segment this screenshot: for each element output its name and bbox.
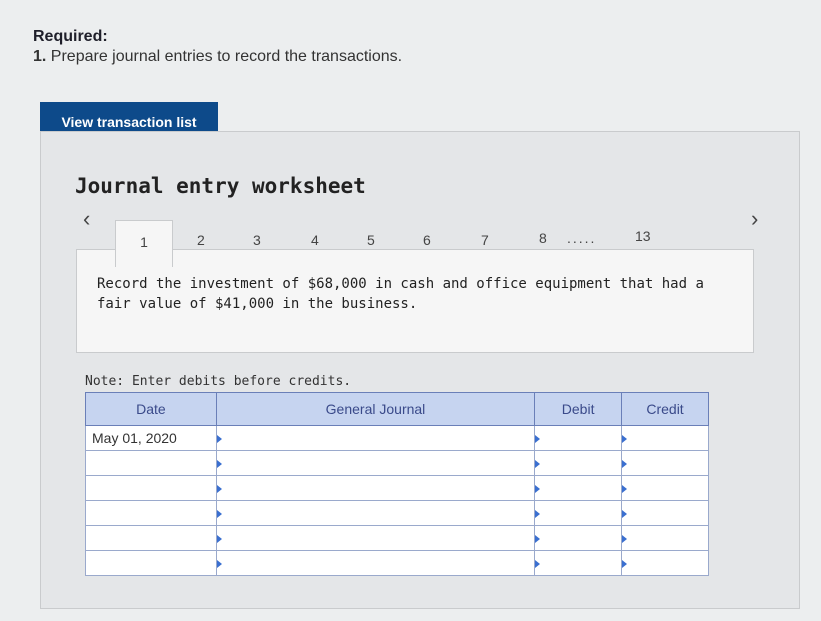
debit-cell[interactable]	[534, 450, 623, 476]
chevron-right-icon[interactable]: ›	[751, 206, 758, 232]
table-row: May 01, 2020	[85, 425, 709, 451]
date-cell[interactable]	[85, 500, 217, 526]
dropdown-marker-icon	[216, 460, 222, 469]
table-row	[85, 450, 709, 476]
tab-7[interactable]: 7	[481, 232, 489, 248]
credit-cell[interactable]	[621, 425, 709, 451]
debit-cell[interactable]	[534, 525, 623, 551]
dropdown-marker-icon	[535, 560, 541, 569]
date-cell[interactable]	[85, 475, 217, 501]
dropdown-marker-icon	[622, 560, 628, 569]
credit-cell[interactable]	[621, 450, 709, 476]
tab-5[interactable]: 5	[367, 232, 375, 248]
tab-6[interactable]: 6	[423, 232, 431, 248]
general-journal-cell[interactable]	[215, 550, 536, 576]
required-item: 1. Prepare journal entries to record the…	[33, 48, 402, 66]
required-item-number: 1.	[33, 48, 47, 65]
general-journal-cell[interactable]	[215, 450, 536, 476]
tab-1[interactable]: 1	[115, 220, 173, 267]
column-header-date: Date	[85, 392, 217, 426]
journal-entry-table: Date General Journal Debit Credit May 01…	[85, 392, 709, 576]
date-cell[interactable]	[85, 450, 217, 476]
journal-entry-worksheet-panel: Journal entry worksheet ‹ › 1 2 3 4 5 6 …	[40, 131, 800, 609]
dropdown-marker-icon	[622, 535, 628, 544]
credit-cell[interactable]	[621, 475, 709, 501]
dropdown-marker-icon	[622, 485, 628, 494]
transaction-description-box: Record the investment of $68,000 in cash…	[76, 249, 754, 353]
worksheet-title: Journal entry worksheet	[75, 174, 366, 198]
general-journal-cell[interactable]	[215, 425, 536, 451]
general-journal-cell[interactable]	[215, 525, 536, 551]
tabs-ellipsis: .....	[567, 230, 597, 246]
date-cell[interactable]	[85, 525, 217, 551]
tab-4[interactable]: 4	[311, 232, 319, 248]
required-title: Required:	[33, 28, 108, 45]
dropdown-marker-icon	[535, 535, 541, 544]
dropdown-marker-icon	[622, 435, 628, 444]
tab-8[interactable]: 8	[539, 230, 547, 246]
tab-2[interactable]: 2	[197, 232, 205, 248]
dropdown-marker-icon	[535, 435, 541, 444]
dropdown-marker-icon	[535, 510, 541, 519]
credit-cell[interactable]	[621, 525, 709, 551]
tab-13[interactable]: 13	[635, 228, 651, 244]
debit-cell[interactable]	[534, 475, 623, 501]
entry-note: Note: Enter debits before credits.	[85, 374, 352, 389]
table-row	[85, 550, 709, 576]
date-cell[interactable]	[85, 550, 217, 576]
table-row	[85, 475, 709, 501]
column-header-credit: Credit	[621, 392, 709, 426]
required-section: Required: 1. Prepare journal entries to …	[33, 28, 402, 66]
dropdown-marker-icon	[535, 485, 541, 494]
table-row	[85, 500, 709, 526]
table-row	[85, 525, 709, 551]
dropdown-marker-icon	[535, 460, 541, 469]
column-header-general-journal: General Journal	[215, 392, 536, 426]
credit-cell[interactable]	[621, 500, 709, 526]
transaction-description: Record the investment of $68,000 in cash…	[97, 276, 704, 312]
dropdown-marker-icon	[216, 485, 222, 494]
column-header-debit: Debit	[534, 392, 623, 426]
dropdown-marker-icon	[216, 510, 222, 519]
date-cell[interactable]: May 01, 2020	[85, 425, 217, 451]
dropdown-marker-icon	[216, 435, 222, 444]
required-item-text: Prepare journal entries to record the tr…	[50, 48, 403, 65]
general-journal-cell[interactable]	[215, 500, 536, 526]
credit-cell[interactable]	[621, 550, 709, 576]
debit-cell[interactable]	[534, 550, 623, 576]
dropdown-marker-icon	[622, 460, 628, 469]
dropdown-marker-icon	[216, 560, 222, 569]
dropdown-marker-icon	[622, 510, 628, 519]
debit-cell[interactable]	[534, 425, 623, 451]
tab-3[interactable]: 3	[253, 232, 261, 248]
general-journal-cell[interactable]	[215, 475, 536, 501]
chevron-left-icon[interactable]: ‹	[83, 206, 90, 232]
debit-cell[interactable]	[534, 500, 623, 526]
dropdown-marker-icon	[216, 535, 222, 544]
